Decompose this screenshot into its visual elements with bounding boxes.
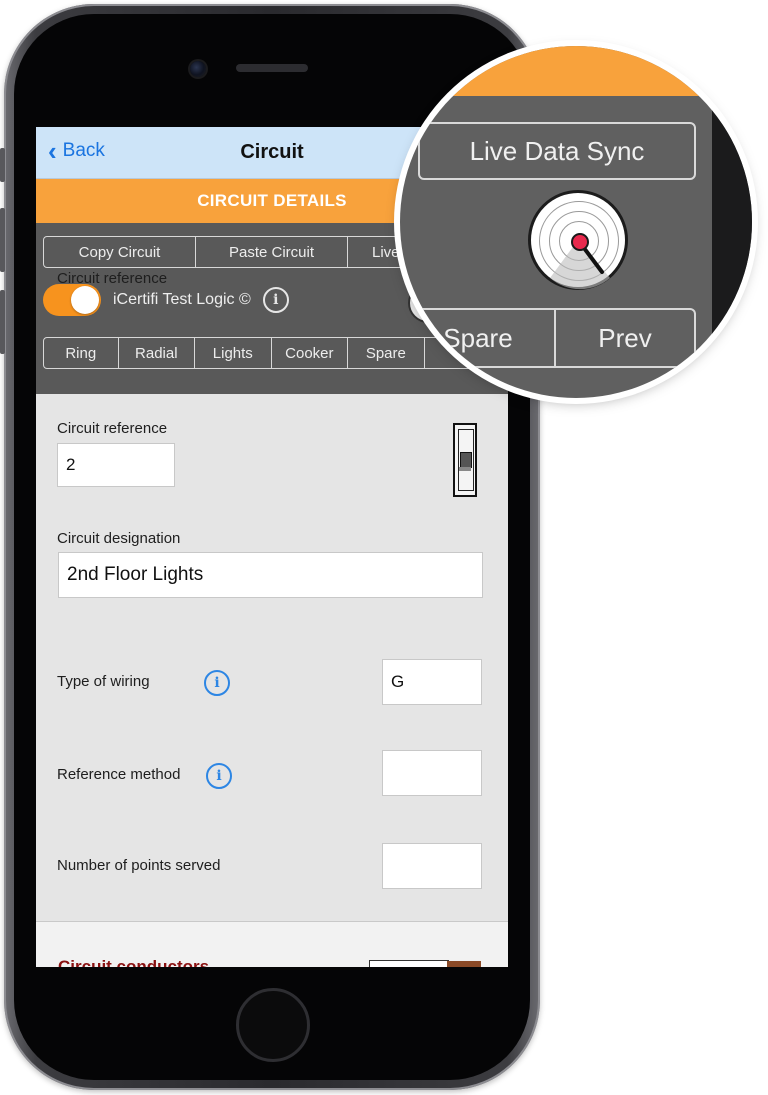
reference-method-info-icon[interactable]: i: [206, 763, 232, 789]
zoom-magnifier: Live Data Sync Spare Prev: [400, 46, 752, 398]
cable-end-icon: [447, 961, 481, 967]
circuit-designation-input[interactable]: 2nd Floor Lights: [58, 552, 483, 598]
home-button[interactable]: [236, 988, 310, 1062]
points-served-input[interactable]: [382, 843, 482, 889]
live-data-sync-magnified-button[interactable]: Live Data Sync: [418, 122, 696, 180]
radar-sync-icon[interactable]: [528, 190, 628, 290]
spare-magnified-button[interactable]: Spare: [400, 308, 556, 368]
cable-icon: [369, 960, 449, 967]
mute-switch: [0, 148, 5, 182]
circuit-breaker-icon: [453, 423, 477, 497]
points-served-label: Number of points served: [57, 857, 221, 874]
radar-target-dot: [571, 233, 589, 251]
circuit-designation-label: Circuit designation: [57, 530, 181, 547]
reference-method-input[interactable]: [382, 750, 482, 796]
volume-down-button: [0, 290, 5, 354]
type-of-wiring-info-icon[interactable]: i: [204, 670, 230, 696]
circuit-reference-label-visible: Circuit reference: [57, 420, 168, 437]
type-of-wiring-input[interactable]: G: [382, 659, 482, 705]
circuit-reference-input[interactable]: 2: [57, 443, 175, 487]
prev-magnified-button[interactable]: Prev: [556, 308, 696, 368]
volume-up-button: [0, 208, 5, 272]
front-camera-icon: [190, 61, 206, 77]
earpiece-speaker: [236, 64, 308, 72]
magnified-bezel-edge: [712, 96, 752, 398]
type-of-wiring-label: Type of wiring: [57, 673, 150, 690]
magnified-header-strip: [400, 46, 752, 96]
reference-method-label: Reference method: [57, 766, 181, 783]
circuit-conductors-heading: Circuit conductors: [58, 957, 210, 967]
